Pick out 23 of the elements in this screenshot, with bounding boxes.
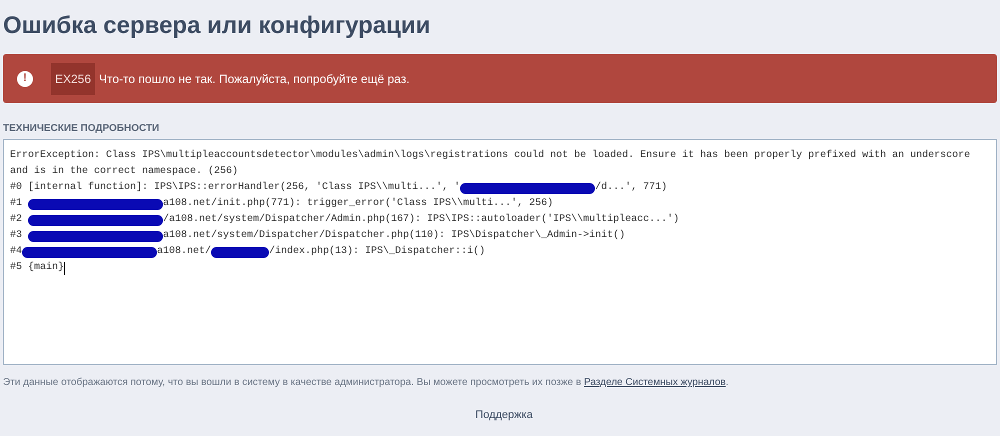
code-text: /index.php(13): IPS\_Dispatcher::i(): [269, 244, 486, 259]
code-text: #3: [10, 229, 24, 243]
system-logs-link[interactable]: Разделе Системных журналов: [584, 377, 726, 388]
code-text: a108.net/init.php(771): trigger_error('Class IPS\\multi...', 256): [163, 196, 554, 211]
support-link[interactable]: Поддержка: [475, 407, 533, 424]
code-text: #1: [10, 197, 24, 211]
code-text: a108.net/: [157, 244, 212, 259]
code-text: a108.net/system/Dispatcher/Dispatcher.php(110): IPS\Dispatcher\_Admin->init(): [163, 228, 626, 243]
page-title: Ошибка сервера или конфигурации: [2, 11, 432, 41]
error-message: ErrorException: Class IPS\multipleaccountsdetector\modules\admin\logs\registrations could not be loaded. Ensure it has been properly prefixed with an underscore and is in the correct namespace. (256): [10, 148, 972, 179]
alert-icon: !: [17, 70, 33, 86]
redaction-mark: [211, 246, 270, 258]
code-text: #5 {main}: [10, 260, 64, 275]
section-heading: ТЕХНИЧЕСКИЕ ПОДРОБНОСТИ: [2, 122, 160, 136]
code-text: #2: [10, 213, 24, 227]
code-text: #0 [internal function]: IPS\IPS::errorHandler(256, 'Class IPS\\multi...', ': [10, 180, 460, 195]
code-text: /a108.net/system/Dispatcher/Admin.php(167): IPS\IPS::autoloader('IPS\\multipleacc...'): [163, 212, 680, 227]
code-text: #4: [10, 245, 22, 259]
details-textarea[interactable]: [3, 139, 997, 365]
code-text: /d...', 771): [595, 180, 668, 195]
error-code: EX256: [51, 62, 96, 94]
footer-note: Эти данные отображаются потому, что вы вошли в систему в качестве администратора. Вы можете просмотреть их позже в Разделе Системных журналов.: [2, 376, 730, 390]
alert-message: Что-то пошло не так. Пожалуйста, попробуйте ещё раз.: [99, 70, 410, 88]
